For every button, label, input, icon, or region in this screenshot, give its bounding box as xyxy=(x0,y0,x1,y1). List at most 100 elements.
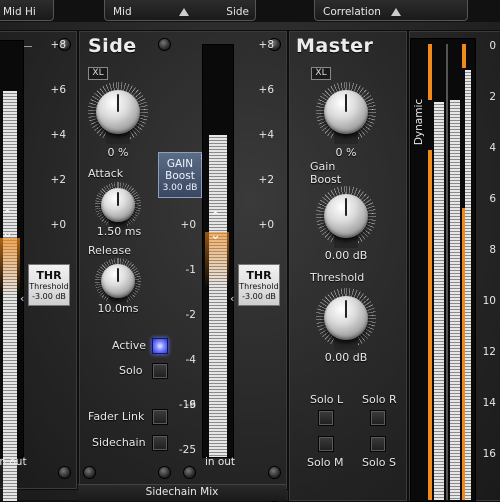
side-title: Side xyxy=(88,35,137,57)
left-threshold-button[interactable]: THR Threshold -3.00 dB xyxy=(28,264,70,306)
master-threshold-label: Threshold xyxy=(310,271,365,284)
sidechain-button[interactable] xyxy=(152,435,168,451)
dynamic-bar-1 xyxy=(434,102,444,500)
side-gain-knob[interactable] xyxy=(96,90,140,134)
attack-knob[interactable] xyxy=(101,188,135,222)
thr-value: -3.00 dB xyxy=(32,292,66,301)
correlation-meter: Correlation xyxy=(314,0,468,21)
solo-l-button[interactable] xyxy=(318,410,334,426)
side-scale-label: +0 xyxy=(258,219,274,231)
side-solo-button[interactable] xyxy=(152,363,168,379)
left-scale-label: +0 xyxy=(50,219,66,231)
side-xl-toggle[interactable]: XL xyxy=(88,67,108,80)
dynamic-scale-label: 10 xyxy=(482,295,496,307)
side-scale-left-low: -16 -25 xyxy=(168,38,198,458)
master-threshold-value: 0.00 dB xyxy=(324,351,368,364)
master-knob-value: 0 % xyxy=(335,146,357,159)
side-scale-label: +8 xyxy=(258,39,274,51)
release-knob[interactable] xyxy=(101,264,135,298)
side-scale-label: +4 xyxy=(258,129,274,141)
master-gain-boost-knob[interactable] xyxy=(324,194,368,238)
thr-subtitle: Threshold xyxy=(29,282,69,291)
left-threshold-zone xyxy=(0,238,20,296)
left-scale-label: +6 xyxy=(50,84,66,96)
dynamic-scale-label: 14 xyxy=(482,397,496,409)
master-knob[interactable] xyxy=(324,90,368,134)
master-threshold-knob[interactable] xyxy=(324,296,368,340)
sidechain-label: Sidechain xyxy=(92,436,146,449)
solo-label: Solo xyxy=(119,364,143,377)
master-boost-label: Boost xyxy=(310,173,342,186)
dynamic-meter-label: Dynamic xyxy=(413,96,428,156)
dynamic-scale-label: 8 xyxy=(489,244,496,256)
thr-value: -3.00 dB xyxy=(242,292,276,301)
screw-icon xyxy=(58,466,71,479)
correlation-label: Correlation xyxy=(323,6,381,18)
dynamic-scale-label: 4 xyxy=(489,142,496,154)
left-threshold-arrow-icon: ‹ xyxy=(20,292,25,305)
side-scale-label: -16 xyxy=(178,399,196,411)
side-scale-label: +6 xyxy=(258,84,274,96)
sidechain-mix-label: Sidechain Mix xyxy=(145,486,219,498)
master-gain-label: Gain xyxy=(310,160,336,173)
side-scale-right: +8 +6 +4 +2 +0 xyxy=(234,38,280,258)
mid-label: Mid xyxy=(113,6,132,18)
left-in-out-label: n out xyxy=(0,456,27,468)
fader-link-button[interactable] xyxy=(152,409,168,425)
thr-title: THR xyxy=(36,269,62,282)
mid-side-balance[interactable]: Mid Side xyxy=(104,0,256,21)
dynamic-bar-3 xyxy=(465,70,471,500)
master-title: Master xyxy=(296,35,374,57)
correlation-pointer-icon xyxy=(391,8,401,16)
thr-title: THR xyxy=(246,269,272,282)
solo-l-label: Solo L xyxy=(310,393,344,406)
side-fader-handle-icon[interactable]: ⌄ xyxy=(210,228,221,243)
top-bar: Mid Hi Mid Side Correlation xyxy=(0,0,500,22)
release-value: 10.0ms xyxy=(97,302,139,315)
screw-icon xyxy=(183,466,196,479)
side-scale-label: +2 xyxy=(258,174,274,186)
side-fader-handle-icon[interactable]: ⌃ xyxy=(210,210,221,225)
dynamic-bar-2 xyxy=(450,100,460,500)
dynamic-scale: 0 2 4 6 8 10 12 14 16 xyxy=(474,38,500,500)
solo-s-button[interactable] xyxy=(370,436,386,452)
mid-hi-label: Mid Hi xyxy=(3,6,36,18)
attack-label: Attack xyxy=(88,167,124,180)
dynamic-label: Dynamic xyxy=(413,98,426,146)
dynamic-scale-label: 6 xyxy=(489,193,496,205)
dynamic-scale-label: 16 xyxy=(482,448,496,460)
left-fader-handle-icon[interactable]: ⌃ xyxy=(2,208,13,223)
sidechain-mix-bar[interactable]: Sidechain Mix xyxy=(78,484,286,501)
left-fader-handle-icon[interactable]: ⌄ xyxy=(2,226,13,241)
left-scale: +8 +6 +4 +2 +0 xyxy=(24,38,70,458)
balance-slider-icon[interactable] xyxy=(179,8,189,16)
solo-m-label: Solo M xyxy=(307,456,344,469)
screw-icon xyxy=(268,466,281,479)
plugin-window: Mid Hi Mid Side Correlation +8 +6 +4 +2 … xyxy=(0,0,500,502)
solo-r-button[interactable] xyxy=(370,410,386,426)
dynamic-scale-label: 12 xyxy=(482,346,496,358)
dynamic-orange-left xyxy=(428,150,432,500)
side-label: Side xyxy=(226,6,249,18)
solo-m-button[interactable] xyxy=(318,436,334,452)
side-meter-bar xyxy=(209,135,227,457)
fader-link-label: Fader Link xyxy=(88,410,145,423)
master-xl-toggle[interactable]: XL xyxy=(311,67,331,80)
active-label: Active xyxy=(112,339,147,352)
side-threshold-button[interactable]: THR Threshold -3.00 dB xyxy=(238,264,280,306)
dynamic-scale-label: 2 xyxy=(489,91,496,103)
left-scale-label: +8 xyxy=(50,39,66,51)
dynamic-scale-label: 0 xyxy=(489,40,496,52)
solo-r-label: Solo R xyxy=(362,393,397,406)
active-button[interactable] xyxy=(152,338,168,354)
side-scale-label: -25 xyxy=(178,444,196,456)
side-in-out-label: in out xyxy=(204,456,236,468)
side-threshold-arrow-icon: ‹ xyxy=(230,292,235,305)
side-gain-value: 0 % xyxy=(107,146,129,159)
mid-hi-tab[interactable]: Mid Hi xyxy=(0,0,54,21)
master-gain-boost-value: 0.00 dB xyxy=(324,249,368,262)
dynamic-grey-strip xyxy=(446,44,448,500)
dynamic-orange-right xyxy=(462,44,466,68)
left-scale-label: +4 xyxy=(50,129,66,141)
thr-subtitle: Threshold xyxy=(239,282,279,291)
